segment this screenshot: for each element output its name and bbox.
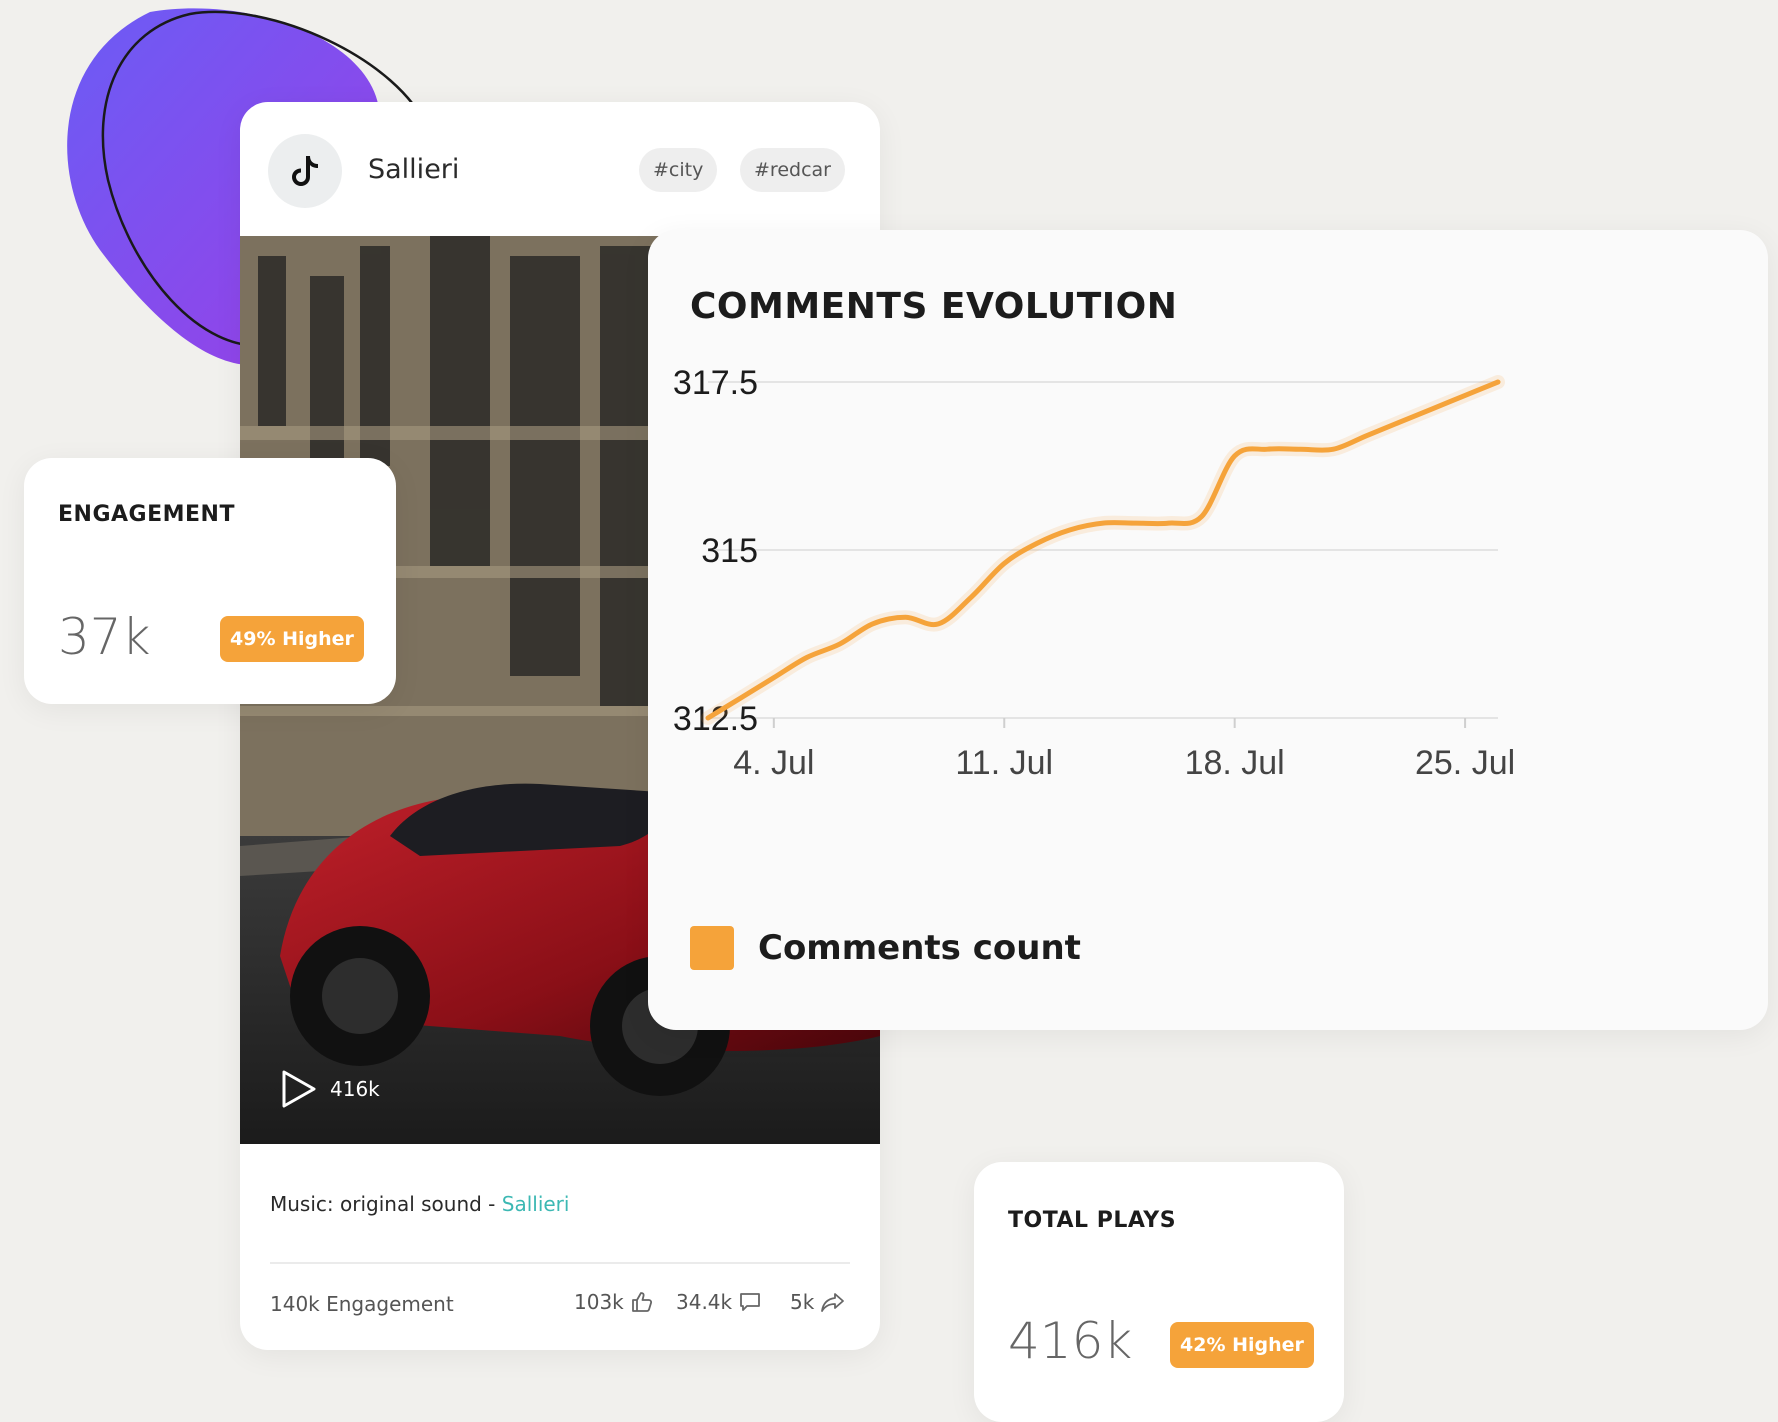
- comments-line-chart: 317.5315312.54. Jul 11. Jul 18. Jul 25. Jul: [673, 364, 1515, 782]
- music-artist-link[interactable]: Sallieri: [502, 1192, 570, 1216]
- likes-count: 103k: [574, 1290, 624, 1314]
- avatar[interactable]: [268, 134, 342, 208]
- shares-count: 5k: [790, 1290, 815, 1314]
- thumbs-up-icon: [631, 1292, 652, 1312]
- comments-stat[interactable]: 34.4k: [676, 1290, 762, 1314]
- hashtag-chip[interactable]: #redcar: [740, 148, 845, 192]
- hashtag-chip[interactable]: #city: [639, 148, 718, 192]
- total-plays-value: 416k: [1008, 1312, 1133, 1370]
- divider: [270, 1262, 850, 1264]
- y-tick-label: 317.5: [673, 364, 758, 402]
- tiktok-icon: [292, 156, 318, 186]
- music-label: Music: original sound -: [270, 1192, 502, 1216]
- total-plays-card: TOTAL PLAYS 416k 42% Higher: [974, 1162, 1344, 1422]
- music-info: Music: original sound - Sallieri: [270, 1192, 569, 1216]
- likes-stat[interactable]: 103k: [574, 1290, 654, 1314]
- legend-label: Comments count: [758, 928, 1081, 968]
- post-header: Sallieri #city #redcar: [240, 102, 880, 236]
- play-count-overlay[interactable]: 416k: [280, 1068, 380, 1110]
- x-tick-label: 11. Jul: [955, 744, 1053, 782]
- comment-icon: [740, 1293, 761, 1311]
- y-tick-label: 315: [701, 532, 758, 570]
- engagement-value: 37k: [58, 608, 151, 666]
- play-count: 416k: [330, 1077, 380, 1101]
- x-tick-label: 18. Jul: [1185, 744, 1285, 782]
- shares-stat[interactable]: 5k: [790, 1290, 846, 1314]
- total-plays-change-badge: 42% Higher: [1170, 1322, 1314, 1368]
- comments-count: 34.4k: [676, 1290, 733, 1314]
- engagement-title: ENGAGEMENT: [58, 502, 235, 527]
- x-tick-label: 4. Jul: [733, 744, 814, 782]
- engagement-total: 140k Engagement: [270, 1292, 454, 1316]
- engagement-change-badge: 49% Higher: [220, 616, 364, 662]
- username[interactable]: Sallieri: [368, 154, 459, 185]
- play-icon: [282, 1070, 316, 1108]
- legend-swatch: [690, 926, 734, 970]
- x-tick-label: 25. Jul: [1415, 744, 1515, 782]
- total-plays-title: TOTAL PLAYS: [1008, 1208, 1177, 1233]
- chart-legend[interactable]: Comments count: [690, 926, 1081, 970]
- engagement-card: ENGAGEMENT 37k 49% Higher: [24, 458, 396, 704]
- comments-evolution-chart-card: COMMENTS EVOLUTION 317.5 315 312.5 4. Jul 11…: [648, 230, 1768, 1030]
- share-icon: [821, 1293, 845, 1312]
